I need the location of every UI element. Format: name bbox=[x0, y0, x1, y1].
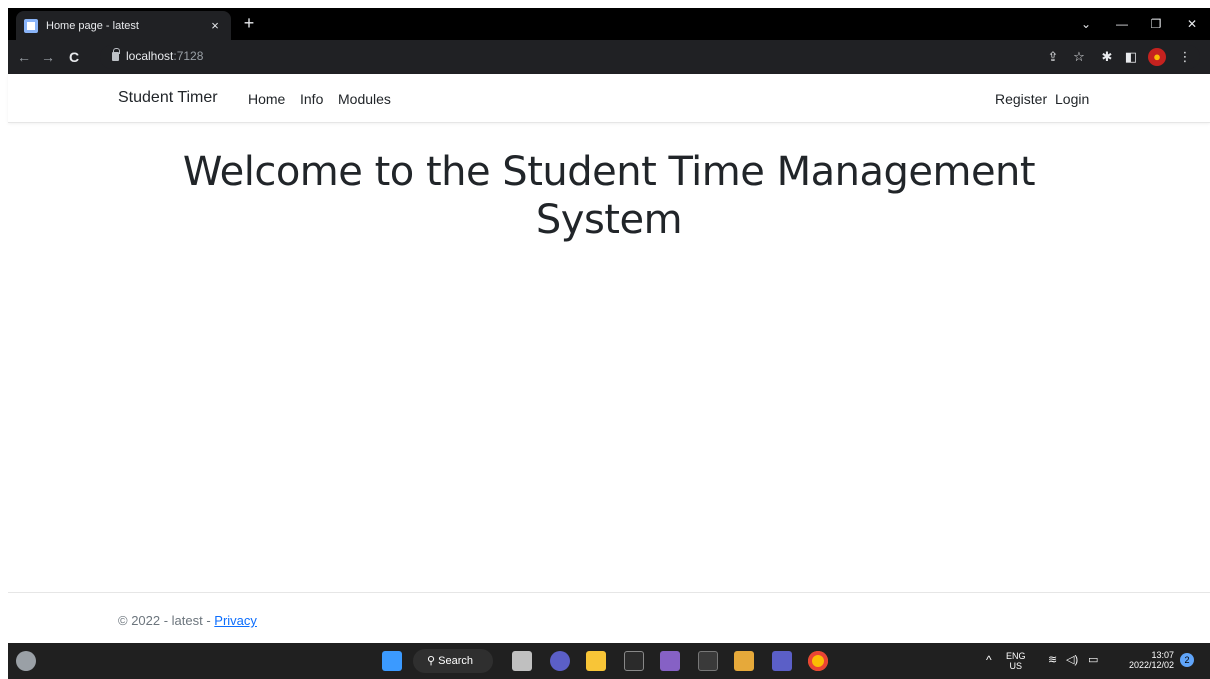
share-icon[interactable]: ⇪ bbox=[1044, 48, 1062, 66]
new-tab-button[interactable]: + bbox=[238, 12, 260, 34]
epic-games-icon[interactable] bbox=[624, 651, 644, 671]
site-brand-link[interactable]: Student Timer bbox=[118, 89, 218, 107]
lang-line-2: US bbox=[1009, 661, 1023, 671]
bookmark-star-icon[interactable]: ☆ bbox=[1070, 48, 1088, 66]
footer-copyright: © 2022 - latest - Privacy bbox=[118, 613, 257, 628]
windows-taskbar: ⚲ Search ^ ENG US ≋ ◁) ▭ 13:07 2022/12/02 … bbox=[8, 643, 1210, 679]
app-icon[interactable] bbox=[734, 651, 754, 671]
web-page: Student Timer Home Info Modules Register… bbox=[8, 74, 1210, 643]
close-window-icon[interactable]: ✕ bbox=[1174, 8, 1210, 40]
wifi-icon[interactable]: ≋ bbox=[1048, 655, 1057, 666]
page-heading: Welcome to the Student Time Management S… bbox=[8, 148, 1210, 244]
teams-icon[interactable] bbox=[772, 651, 792, 671]
weather-widget-icon[interactable] bbox=[16, 651, 36, 671]
address-bar[interactable]: localhost:7128 bbox=[100, 45, 1200, 69]
chat-icon[interactable] bbox=[550, 651, 570, 671]
lock-icon[interactable] bbox=[112, 48, 120, 61]
nav-link-register[interactable]: Register bbox=[995, 91, 1047, 107]
chrome-icon[interactable] bbox=[808, 651, 828, 671]
taskbar-search[interactable]: ⚲ Search bbox=[413, 649, 493, 673]
show-hidden-icons-icon[interactable]: ^ bbox=[986, 654, 992, 666]
nav-link-login[interactable]: Login bbox=[1055, 91, 1089, 107]
taskbar-search-label: Search bbox=[438, 655, 473, 667]
url-text: localhost:7128 bbox=[126, 49, 203, 63]
reload-icon[interactable]: C bbox=[64, 47, 84, 67]
heading-line-2: System bbox=[535, 197, 683, 243]
visual-studio-icon[interactable] bbox=[660, 651, 680, 671]
heading-line-1: Welcome to the Student Time Management bbox=[182, 149, 1036, 195]
profile-avatar-icon[interactable]: ● bbox=[1148, 48, 1166, 66]
back-arrow-icon[interactable]: ← bbox=[14, 47, 34, 67]
page-favicon-icon bbox=[24, 18, 38, 33]
clock[interactable]: 13:07 2022/12/02 bbox=[1116, 650, 1174, 670]
clock-date: 2022/12/02 bbox=[1128, 660, 1174, 670]
privacy-link[interactable]: Privacy bbox=[214, 613, 257, 628]
browser-menu-icon[interactable]: ⋮ bbox=[1176, 48, 1194, 66]
lang-line-1: ENG bbox=[1006, 651, 1026, 661]
extensions-icon[interactable]: ✱ bbox=[1098, 48, 1116, 66]
browser-toolbar: ← → C localhost:7128 ⇪ ☆ ✱ ◧ ● ⋮ bbox=[8, 40, 1210, 74]
url-host: localhost bbox=[126, 49, 174, 63]
tab-close-icon[interactable]: × bbox=[207, 18, 223, 33]
start-windows-icon[interactable] bbox=[382, 651, 402, 671]
tab-search-icon[interactable]: ⌄ bbox=[1068, 8, 1104, 40]
volume-icon[interactable]: ◁) bbox=[1066, 655, 1078, 666]
site-footer: © 2022 - latest - Privacy bbox=[8, 592, 1210, 643]
site-navbar: Student Timer Home Info Modules Register… bbox=[8, 74, 1210, 123]
terminal-icon[interactable] bbox=[698, 651, 718, 671]
nav-link-info[interactable]: Info bbox=[300, 91, 323, 107]
nav-link-modules[interactable]: Modules bbox=[338, 91, 391, 107]
task-view-icon[interactable] bbox=[512, 651, 532, 671]
notification-badge[interactable]: 2 bbox=[1180, 653, 1194, 667]
nav-link-home[interactable]: Home bbox=[248, 91, 285, 107]
clock-time: 13:07 bbox=[1151, 650, 1174, 660]
file-explorer-icon[interactable] bbox=[586, 651, 606, 671]
battery-icon[interactable]: ▭ bbox=[1088, 655, 1098, 666]
search-icon: ⚲ bbox=[427, 655, 439, 667]
browser-tab-active[interactable]: Home page - latest × bbox=[16, 11, 231, 40]
screen: Home page - latest × + ⌄ — ❐ ✕ ← → C loc… bbox=[8, 8, 1210, 679]
url-port: :7128 bbox=[173, 49, 204, 63]
minimize-icon[interactable]: — bbox=[1104, 8, 1140, 40]
footer-text: © 2022 - latest - bbox=[118, 613, 215, 628]
language-indicator[interactable]: ENG US bbox=[1006, 651, 1026, 671]
forward-arrow-icon[interactable]: → bbox=[38, 47, 58, 67]
tab-title: Home page - latest bbox=[46, 19, 139, 32]
restore-icon[interactable]: ❐ bbox=[1138, 8, 1174, 40]
browser-tab-strip: Home page - latest × + ⌄ — ❐ ✕ bbox=[8, 8, 1210, 40]
side-panel-icon[interactable]: ◧ bbox=[1122, 48, 1140, 66]
